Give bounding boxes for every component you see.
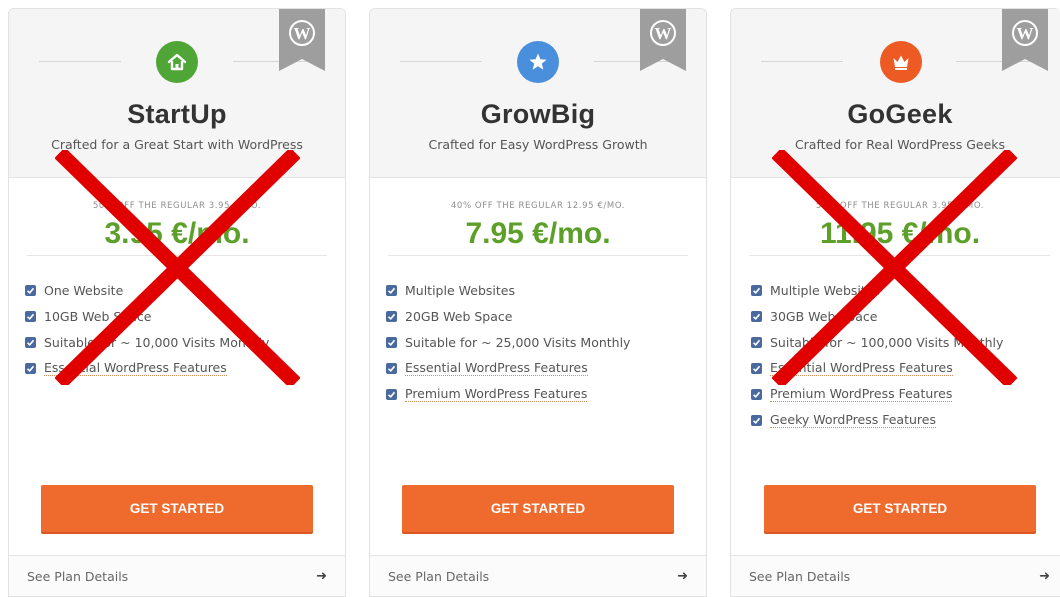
plan-price: 11.95 €/mo. [819, 217, 981, 250]
feature-list: One Website 10GB Web Space Suitable for … [25, 277, 335, 381]
plan-price: 3.95 €/mo. [104, 217, 250, 250]
feature-text: 10GB Web Space [44, 308, 152, 324]
svg-text:W: W [1017, 24, 1034, 43]
house-icon [156, 41, 198, 83]
wordpress-ribbon-icon: W [1002, 9, 1048, 71]
details-label: See Plan Details [27, 568, 129, 584]
plan-name: GrowBig [480, 99, 596, 129]
feature-link[interactable]: Geeky WordPress Features [770, 412, 936, 428]
divider [388, 255, 688, 256]
feature-text: Multiple Websites [770, 282, 880, 298]
plan-card-startup: W StartUp Crafted for a Great Start with… [8, 8, 346, 597]
feature-link[interactable]: Essential WordPress Features [44, 360, 227, 376]
get-started-button[interactable]: GET STARTED [764, 485, 1036, 532]
checkbox-icon [386, 362, 397, 374]
divider [27, 255, 327, 256]
see-plan-details-link[interactable]: See Plan Details ➜ [370, 555, 706, 596]
plan-name: StartUp [127, 99, 227, 129]
checkbox-icon [751, 284, 762, 296]
see-plan-details-link[interactable]: See Plan Details ➜ [9, 555, 345, 596]
checkbox-icon [386, 310, 397, 322]
plan-tagline: Crafted for Real WordPress Geeks [794, 137, 1006, 152]
feature-item: Suitable for ~ 100,000 Visits Monthly [751, 329, 1060, 355]
details-label: See Plan Details [388, 568, 490, 584]
svg-text:W: W [294, 24, 311, 43]
get-started-button[interactable]: GET STARTED [41, 485, 313, 532]
plan-price: 7.95 €/mo. [465, 217, 611, 250]
discount-note: 50% OFF THE REGULAR 3.95 €/MO. [92, 201, 262, 211]
feature-link[interactable]: Premium WordPress Features [770, 386, 953, 402]
feature-item: 20GB Web Space [386, 303, 696, 329]
plan-header: W StartUp Crafted for a Great Start with… [9, 9, 345, 178]
feature-text: Suitable for ~ 25,000 Visits Monthly [405, 334, 631, 350]
checkbox-icon [386, 284, 397, 296]
feature-item: Suitable for ~ 25,000 Visits Monthly [386, 329, 696, 355]
checkbox-icon [25, 310, 36, 322]
divider [39, 61, 121, 62]
feature-item: Premium WordPress Features [751, 381, 1060, 407]
divider [761, 61, 843, 62]
crown-icon [880, 41, 922, 83]
checkbox-icon [25, 284, 36, 296]
feature-item: Essential WordPress Features [751, 355, 1060, 381]
feature-item: Geeky WordPress Features [751, 407, 1060, 433]
divider [400, 61, 482, 62]
wordpress-ribbon-icon: W [279, 9, 325, 71]
checkbox-icon [751, 310, 762, 322]
feature-text: Suitable for ~ 100,000 Visits Monthly [770, 334, 1004, 350]
plan-card-growbig: W GrowBig Crafted for Easy WordPress Gro… [369, 8, 707, 597]
discount-note: 50% OFF THE REGULAR 3.95 €/MO. [815, 201, 985, 211]
arrow-right-icon: ➜ [1039, 568, 1050, 584]
checkbox-icon [751, 414, 762, 426]
feature-list: Multiple Websites 30GB Web Space Suitabl… [751, 277, 1060, 433]
feature-item: Premium WordPress Features [386, 381, 696, 407]
checkbox-icon [386, 336, 397, 348]
feature-list: Multiple Websites 20GB Web Space Suitabl… [386, 277, 696, 407]
plan-header: W GrowBig Crafted for Easy WordPress Gro… [370, 9, 706, 178]
checkbox-icon [25, 362, 36, 374]
see-plan-details-link[interactable]: See Plan Details ➜ [731, 555, 1060, 596]
arrow-right-icon: ➜ [316, 568, 327, 584]
feature-item: Suitable for ~ 10,000 Visits Monthly [25, 329, 335, 355]
plan-name: GoGeek [847, 99, 953, 129]
plan-card-gogeek: W GoGeek Crafted for Real WordPress Geek… [730, 8, 1060, 597]
feature-link[interactable]: Essential WordPress Features [405, 360, 588, 376]
plan-header: W GoGeek Crafted for Real WordPress Geek… [731, 9, 1060, 178]
feature-item: Essential WordPress Features [386, 355, 696, 381]
checkbox-icon [25, 336, 36, 348]
checkbox-icon [751, 388, 762, 400]
feature-text: One Website [44, 282, 124, 298]
feature-item: 30GB Web Space [751, 303, 1060, 329]
plan-tagline: Crafted for Easy WordPress Growth [428, 137, 648, 152]
feature-text: 30GB Web Space [770, 308, 878, 324]
feature-text: 20GB Web Space [405, 308, 513, 324]
plan-tagline: Crafted for a Great Start with WordPress [51, 137, 303, 152]
details-label: See Plan Details [749, 568, 851, 584]
discount-note: 40% OFF THE REGULAR 12.95 €/MO. [450, 201, 626, 211]
checkbox-icon [386, 388, 397, 400]
feature-text: Multiple Websites [405, 282, 515, 298]
feature-link[interactable]: Essential WordPress Features [770, 360, 953, 376]
svg-text:W: W [655, 24, 672, 43]
feature-text: Suitable for ~ 10,000 Visits Monthly [44, 334, 270, 350]
feature-item: One Website [25, 277, 335, 303]
arrow-right-icon: ➜ [677, 568, 688, 584]
wordpress-ribbon-icon: W [640, 9, 686, 71]
divider [749, 255, 1050, 256]
feature-item: Multiple Websites [386, 277, 696, 303]
feature-link[interactable]: Premium WordPress Features [405, 386, 588, 402]
star-icon [517, 41, 559, 83]
checkbox-icon [751, 336, 762, 348]
get-started-button[interactable]: GET STARTED [402, 485, 674, 532]
checkbox-icon [751, 362, 762, 374]
feature-item: Multiple Websites [751, 277, 1060, 303]
feature-item: Essential WordPress Features [25, 355, 335, 381]
feature-item: 10GB Web Space [25, 303, 335, 329]
